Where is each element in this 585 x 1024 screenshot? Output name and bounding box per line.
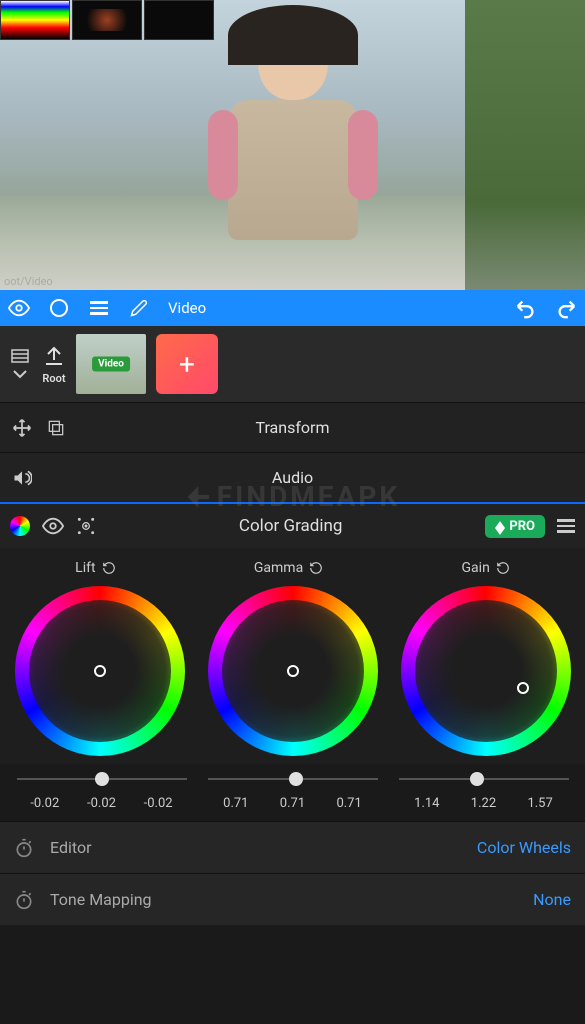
pro-badge[interactable]: PRO — [485, 515, 545, 538]
values-gamma: 0.71 0.71 0.71 — [208, 796, 378, 811]
value-readout: 0.71 — [336, 796, 361, 811]
value-readout: 1.57 — [527, 796, 552, 811]
color-wheel-lift[interactable] — [15, 586, 185, 756]
settings-value[interactable]: Color Wheels — [477, 838, 571, 857]
color-grading-header: Color Grading PRO — [0, 502, 585, 548]
speaker-icon[interactable] — [12, 468, 32, 488]
settings-label: Editor — [50, 838, 91, 857]
menu-icon[interactable] — [88, 297, 110, 319]
color-grading-title: Color Grading — [108, 516, 473, 536]
preview-path-label: oot/Video — [4, 275, 53, 288]
sliders-row — [0, 764, 585, 786]
undo-icon[interactable] — [515, 297, 537, 319]
color-wheel-icon[interactable] — [10, 516, 30, 536]
wheel-indicator[interactable] — [287, 665, 299, 677]
align-icon[interactable] — [11, 349, 29, 363]
stopwatch-icon[interactable] — [14, 838, 34, 858]
slider-gamma[interactable] — [208, 778, 378, 780]
audio-section-header[interactable]: Audio — [0, 452, 585, 502]
slider-thumb[interactable] — [95, 772, 109, 786]
slider-thumb[interactable] — [470, 772, 484, 786]
values-gain: 1.14 1.22 1.57 — [399, 796, 569, 811]
preview-subject — [193, 20, 393, 280]
settings-row-tone-mapping[interactable]: Tone Mapping None — [0, 873, 585, 925]
chevron-down-icon[interactable] — [12, 369, 28, 379]
video-thumb-label: Video — [92, 357, 130, 372]
wheel-label-gamma[interactable]: Gamma — [254, 560, 323, 576]
reset-icon[interactable] — [496, 561, 510, 575]
scope-parade — [0, 0, 70, 40]
circle-icon[interactable] — [48, 297, 70, 319]
eye-visibility-icon[interactable] — [42, 515, 64, 537]
value-readout: -0.02 — [144, 796, 173, 811]
scope-waveform — [72, 0, 142, 40]
color-wheels-panel: Lift Gamma Gain — [0, 548, 585, 764]
settings-label: Tone Mapping — [50, 890, 152, 909]
upload-icon — [42, 344, 66, 368]
track-row: Root Video + — [0, 326, 585, 402]
eye-icon[interactable] — [8, 297, 30, 319]
values-lift: -0.02 -0.02 -0.02 — [17, 796, 187, 811]
slider-gain[interactable] — [399, 778, 569, 780]
audio-label: Audio — [88, 468, 497, 487]
value-readout: 0.71 — [280, 796, 305, 811]
wheel-indicator[interactable] — [517, 682, 529, 694]
add-clip-button[interactable]: + — [156, 334, 218, 394]
clip-name-label: Video — [168, 299, 206, 317]
transform-label: Transform — [88, 418, 497, 437]
plus-icon: + — [179, 348, 195, 381]
main-toolbar: Video — [0, 290, 585, 326]
slider-thumb[interactable] — [289, 772, 303, 786]
slider-lift[interactable] — [17, 778, 187, 780]
color-wheel-gain[interactable] — [401, 586, 571, 756]
redo-icon[interactable] — [555, 297, 577, 319]
move-icon[interactable] — [12, 418, 32, 438]
pro-label: PRO — [509, 519, 535, 534]
reset-icon[interactable] — [309, 561, 323, 575]
wheel-label-gain[interactable]: Gain — [462, 560, 510, 576]
scopes-overlay — [0, 0, 214, 40]
menu-icon[interactable] — [557, 519, 575, 533]
transform-section-header[interactable]: Transform — [0, 402, 585, 452]
settings-row-editor[interactable]: Editor Color Wheels — [0, 821, 585, 873]
wheel-label-lift[interactable]: Lift — [75, 560, 115, 576]
target-icon[interactable] — [76, 516, 96, 536]
value-readout: -0.02 — [87, 796, 116, 811]
values-row: -0.02 -0.02 -0.02 0.71 0.71 0.71 1.14 1.22 1.57 — [0, 786, 585, 821]
wheel-indicator[interactable] — [94, 665, 106, 677]
stopwatch-icon[interactable] — [14, 890, 34, 910]
reset-icon[interactable] — [102, 561, 116, 575]
video-preview[interactable]: oot/Video — [0, 0, 585, 290]
settings-value[interactable]: None — [533, 890, 571, 909]
value-readout: 0.71 — [223, 796, 248, 811]
value-readout: 1.22 — [471, 796, 496, 811]
value-readout: -0.02 — [30, 796, 59, 811]
pencil-icon[interactable] — [128, 297, 150, 319]
root-button[interactable]: Root — [42, 344, 66, 385]
value-readout: 1.14 — [414, 796, 439, 811]
color-wheel-gamma[interactable] — [208, 586, 378, 756]
diamond-icon — [495, 516, 505, 528]
root-label: Root — [42, 372, 65, 385]
copy-icon[interactable] — [46, 418, 66, 438]
video-clip-thumbnail[interactable]: Video — [76, 334, 146, 394]
